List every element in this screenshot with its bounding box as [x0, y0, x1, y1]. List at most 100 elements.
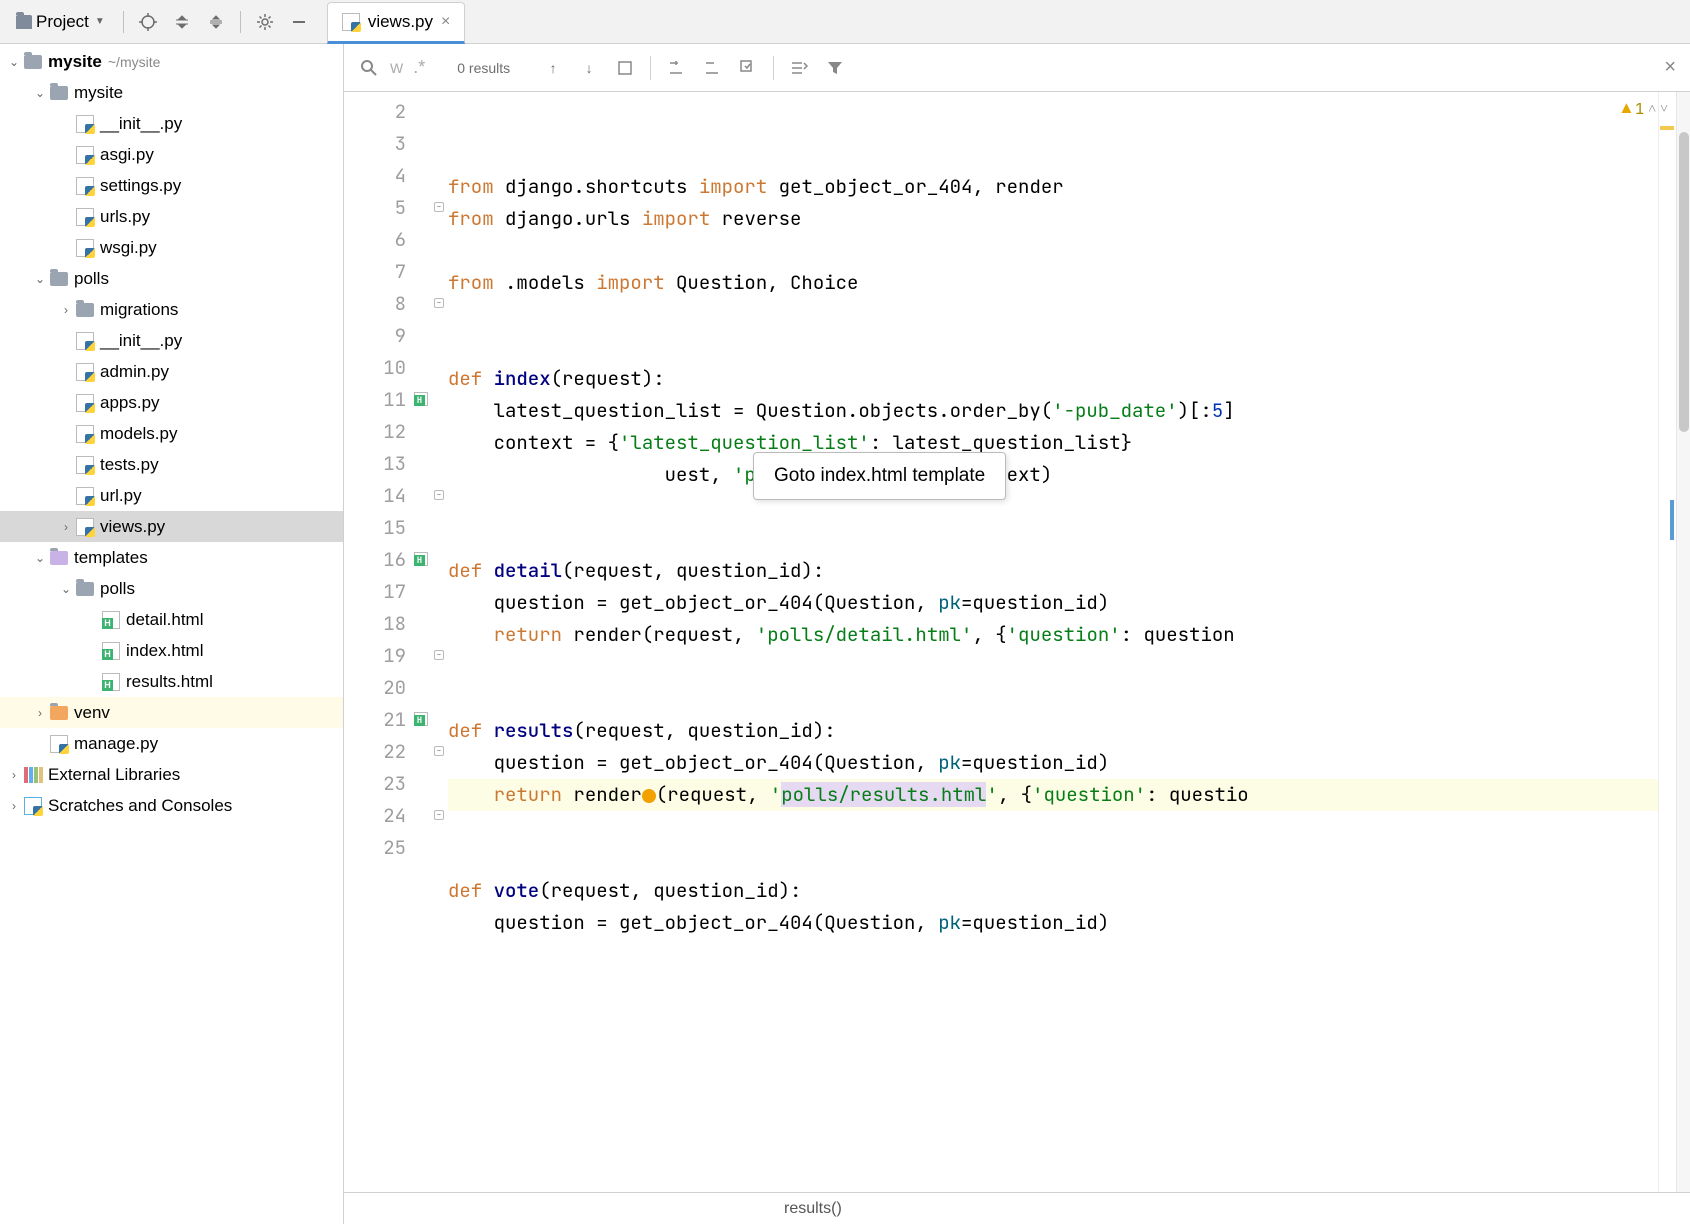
code-line[interactable]: def detail(request, question_id): — [448, 555, 1658, 587]
code-line[interactable]: question = get_object_or_404(Question, p… — [448, 907, 1658, 939]
warning-badge[interactable]: ▲ 1 ˄ ˅ — [1622, 98, 1668, 119]
warning-marker[interactable] — [1660, 126, 1674, 130]
code-line[interactable]: return render(request, 'polls/results.ht… — [448, 779, 1658, 811]
match-case-label[interactable]: W — [390, 60, 403, 76]
fold-icon[interactable]: − — [434, 490, 444, 500]
tree-item[interactable]: ›Scratches and Consoles — [0, 790, 343, 821]
tree-item[interactable]: ›detail.html — [0, 604, 343, 635]
chevron-down-icon[interactable]: ⌄ — [32, 272, 48, 286]
tree-item[interactable]: ›venv — [0, 697, 343, 728]
fold-icon[interactable]: − — [434, 650, 444, 660]
template-gutter-icon[interactable] — [414, 392, 428, 406]
scroll-thumb[interactable] — [1679, 132, 1689, 432]
chevron-up-icon[interactable]: ˄ — [1648, 100, 1656, 118]
fold-column[interactable]: − − − − − − — [434, 92, 448, 1192]
editor-tab[interactable]: views.py × — [327, 2, 466, 44]
code-line[interactable]: question = get_object_or_404(Question, p… — [448, 587, 1658, 619]
target-icon[interactable] — [134, 8, 162, 36]
fold-icon[interactable]: − — [434, 202, 444, 212]
tree-item[interactable]: ›views.py — [0, 511, 343, 542]
tree-item[interactable]: ⌄polls — [0, 263, 343, 294]
filter-icon[interactable] — [824, 57, 846, 79]
tree-item[interactable]: ›results.html — [0, 666, 343, 697]
close-icon[interactable]: × — [1664, 56, 1676, 79]
chevron-down-icon[interactable]: ⌄ — [58, 582, 74, 596]
chevron-right-icon[interactable]: › — [58, 520, 74, 534]
tree-item[interactable]: ⌄mysite — [0, 77, 343, 108]
chevron-down-icon[interactable]: ⌄ — [32, 86, 48, 100]
tree-item[interactable]: ›settings.py — [0, 170, 343, 201]
select-occurrences-icon[interactable] — [737, 57, 759, 79]
code-line[interactable]: context = {'latest_question_list': lates… — [448, 427, 1658, 459]
tree-item[interactable]: ›apps.py — [0, 387, 343, 418]
code-line[interactable] — [448, 299, 1658, 331]
code-line[interactable] — [448, 811, 1658, 843]
code-line[interactable]: def vote(request, question_id): — [448, 875, 1658, 907]
code-line[interactable] — [448, 843, 1658, 875]
chevron-down-icon[interactable]: ⌄ — [32, 551, 48, 565]
code-line[interactable]: question = get_object_or_404(Question, p… — [448, 747, 1658, 779]
close-icon[interactable]: × — [441, 13, 450, 31]
arrow-down-icon[interactable]: ↓ — [578, 57, 600, 79]
template-gutter-icon[interactable] — [414, 552, 428, 566]
code-line[interactable]: from django.shortcuts import get_object_… — [448, 171, 1658, 203]
tree-item[interactable]: ›__init__.py — [0, 108, 343, 139]
tree-item[interactable]: ›index.html — [0, 635, 343, 666]
fold-icon[interactable]: − — [434, 298, 444, 308]
chevron-right-icon[interactable]: › — [58, 303, 74, 317]
code-area[interactable]: from django.shortcuts import get_object_… — [448, 92, 1658, 1192]
gear-icon[interactable] — [251, 8, 279, 36]
project-tree[interactable]: ⌄mysite~/mysite⌄mysite›__init__.py›asgi.… — [0, 44, 344, 1224]
tree-item[interactable]: ›migrations — [0, 294, 343, 325]
code-line[interactable] — [448, 523, 1658, 555]
template-gutter-icon[interactable] — [414, 712, 428, 726]
code-line[interactable] — [448, 683, 1658, 715]
tree-item[interactable]: ›manage.py — [0, 728, 343, 759]
breadcrumb-item[interactable]: results() — [784, 1200, 842, 1218]
chevron-right-icon[interactable]: › — [6, 799, 22, 813]
tree-item[interactable]: ›models.py — [0, 418, 343, 449]
regex-label[interactable]: .* — [413, 57, 425, 78]
collapse-all-icon[interactable] — [202, 8, 230, 36]
tree-item[interactable]: ›tests.py — [0, 449, 343, 480]
chevron-right-icon[interactable]: › — [32, 706, 48, 720]
fold-icon[interactable]: − — [434, 746, 444, 756]
tree-item[interactable]: ⌄mysite~/mysite — [0, 46, 343, 77]
code-line[interactable]: from .models import Question, Choice — [448, 267, 1658, 299]
tree-item[interactable]: ›__init__.py — [0, 325, 343, 356]
tree-item[interactable]: ›wsgi.py — [0, 232, 343, 263]
project-dropdown[interactable]: Project ▼ — [8, 8, 113, 36]
tree-item[interactable]: ›urls.py — [0, 201, 343, 232]
code-editor[interactable]: 2345678910111213141516171819202122232425… — [344, 92, 1690, 1192]
code-line[interactable] — [448, 235, 1658, 267]
remove-selection-icon[interactable] — [701, 57, 723, 79]
search-icon[interactable] — [358, 57, 380, 79]
code-line[interactable] — [448, 651, 1658, 683]
settings-icon[interactable] — [788, 57, 810, 79]
code-line[interactable] — [448, 331, 1658, 363]
code-line[interactable]: return render(request, 'polls/detail.htm… — [448, 619, 1658, 651]
code-line[interactable]: latest_question_list = Question.objects.… — [448, 395, 1658, 427]
code-line[interactable]: def index(request): — [448, 363, 1658, 395]
code-line[interactable]: uest, 'polls/index.html', context) — [448, 459, 1658, 491]
chevron-down-icon[interactable]: ˅ — [1660, 100, 1668, 118]
tree-item[interactable]: ⌄templates — [0, 542, 343, 573]
expand-all-icon[interactable] — [168, 8, 196, 36]
breadcrumb-bar[interactable]: results() — [344, 1192, 1690, 1224]
minimize-icon[interactable] — [285, 8, 313, 36]
tree-item[interactable]: ›asgi.py — [0, 139, 343, 170]
add-selection-icon[interactable] — [665, 57, 687, 79]
scrollbar[interactable] — [1676, 92, 1690, 1192]
tree-item[interactable]: ⌄polls — [0, 573, 343, 604]
tree-item[interactable]: ›External Libraries — [0, 759, 343, 790]
code-line[interactable]: from django.urls import reverse — [448, 203, 1658, 235]
chevron-right-icon[interactable]: › — [6, 768, 22, 782]
intention-bulb-icon[interactable] — [642, 789, 656, 803]
code-line[interactable]: def results(request, question_id): — [448, 715, 1658, 747]
chevron-down-icon[interactable]: ⌄ — [6, 55, 22, 69]
arrow-up-icon[interactable]: ↑ — [542, 57, 564, 79]
tree-item[interactable]: ›admin.py — [0, 356, 343, 387]
fold-icon[interactable]: − — [434, 810, 444, 820]
code-line[interactable] — [448, 491, 1658, 523]
tree-item[interactable]: ›url.py — [0, 480, 343, 511]
